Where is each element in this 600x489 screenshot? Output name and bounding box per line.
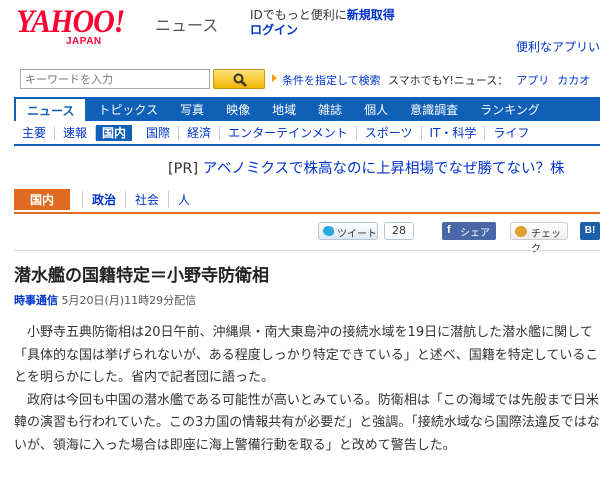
tweet-label: ツイート [337,229,377,240]
logo-text: YAHOO! [16,3,125,40]
article-paragraph: 政府は今回も中国の潜水艦である可能性が高いとみている。防衛相は「この海域では先般… [14,392,600,453]
article-source-link[interactable]: 時事通信 [14,294,58,307]
logo-sub: JAPAN [66,36,102,47]
arrow-right-icon [272,74,277,82]
tagline: IDでもっと便利に [250,8,347,22]
twitter-bird-icon [323,226,334,236]
tweet-button[interactable]: ツイート [318,222,378,240]
main-nav-ranking[interactable]: ランキング [469,97,551,121]
category-link-society[interactable]: 社会 [125,190,168,208]
sub-nav-sports[interactable]: スポーツ [357,125,422,140]
search-input[interactable] [20,69,210,89]
yahoo-japan-logo[interactable]: YAHOO! JAPAN [16,3,146,52]
main-nav-magazine[interactable]: 雑誌 [307,97,353,121]
pr-ad-link[interactable]: [PR] アベノミクスで株高なのに上昇相場でなぜ勝てない？株 [168,157,565,178]
article-datetime: 5月20日(月)11時29分配信 [61,294,197,307]
social-buttons: ツイート 28 f シェア チェック B! [318,221,600,255]
search-icon [233,73,247,87]
register-link[interactable]: 新規取得 [347,8,395,22]
category-row: 国内 政治 社会 人 [14,188,199,210]
main-nav: ニュース トピックス 写真 映像 地域 雑誌 個人 意識調査 ランキング [14,97,600,121]
sub-nav-international[interactable]: 国際 [138,125,180,140]
login-link[interactable]: ログイン [250,23,298,37]
sub-nav-entertainment[interactable]: エンターテインメント [220,125,357,140]
category-divider [14,212,600,214]
pr-text: アベノミクスで株高なのに上昇相場でなぜ勝てない？株 [202,161,565,177]
sub-nav-domestic[interactable]: 国内 [96,124,133,141]
tweet-count: 28 [384,222,414,240]
mixi-icon [515,226,527,237]
calendar-link[interactable]: カカオ [557,74,590,87]
sub-nav: 主要 速報 国内 国際 経済 エンターテインメント スポーツ IT・科学 ライフ [14,121,600,146]
main-nav-news[interactable]: ニュース [14,97,88,121]
advanced-search-link[interactable]: 条件を指定して検索 [282,72,381,88]
sub-nav-it-science[interactable]: IT・科学 [422,125,486,140]
sub-nav-economy[interactable]: 経済 [179,125,221,140]
article-body: 小野寺五典防衛相は20日午前、沖縄県・南大東島沖の接続水域を19日に潜航した潜水… [14,322,600,457]
smartphone-promo: スマホでもY!ニュース： アプリ カカオ [388,72,590,88]
main-nav-photos[interactable]: 写真 [169,97,215,121]
category-link-people[interactable]: 人 [168,190,199,208]
sub-nav-breaking[interactable]: 速報 [55,125,97,140]
article-divider [14,250,600,251]
facebook-share-button[interactable]: f シェア [442,222,496,240]
main-nav-topics[interactable]: トピックス [87,97,169,121]
main-nav-video[interactable]: 映像 [215,97,261,121]
pr-tag: [PR] [168,161,199,177]
convenient-app-link[interactable]: 便利なアプリい [516,38,600,55]
main-nav-survey[interactable]: 意識調査 [399,97,469,121]
search-row: 条件を指定して検索 スマホでもY!ニュース： アプリカカオ [20,69,600,91]
sub-nav-life[interactable]: ライフ [485,126,537,140]
top-links: IDでもっと便利に新規取得 ログイン [250,8,395,38]
app-link[interactable]: アプリ [516,74,549,87]
hatena-bookmark-button[interactable]: B! [580,222,600,240]
search-button[interactable] [213,69,265,89]
article-paragraph: 小野寺五典防衛相は20日午前、沖縄県・南大東島沖の接続水域を19日に潜航した潜水… [14,325,599,385]
mixi-check-button[interactable]: チェック [510,222,568,255]
check-label: チェック [531,229,561,255]
main-nav-individual[interactable]: 個人 [353,97,399,121]
article-byline: 時事通信 5月20日(月)11時29分配信 [14,292,196,308]
sub-nav-main[interactable]: 主要 [14,125,56,140]
share-label: シェア [460,228,490,239]
main-nav-local[interactable]: 地域 [261,97,307,121]
article-title: 潜水艦の国籍特定＝小野寺防衛相 [14,266,269,286]
category-badge[interactable]: 国内 [14,188,71,210]
category-link-politics[interactable]: 政治 [82,190,125,208]
facebook-icon: f [447,224,451,236]
smartphone-text: スマホでもY!ニュース： [388,74,509,87]
site-name: ニュース [155,16,219,35]
